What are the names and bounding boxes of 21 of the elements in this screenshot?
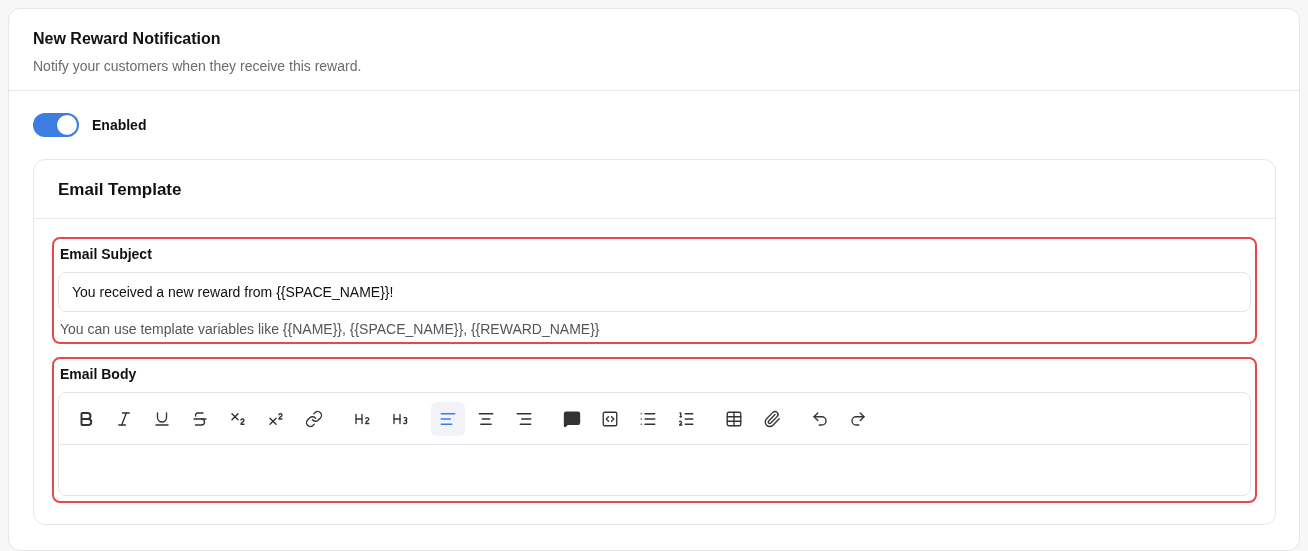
- redo-icon: [849, 409, 867, 428]
- template-title: Email Template: [34, 160, 1275, 219]
- table-icon: [725, 409, 743, 428]
- field-label: Email Body: [60, 366, 138, 382]
- code-block-icon: [601, 409, 619, 428]
- align-left-button[interactable]: [431, 401, 465, 436]
- card-subtitle: Notify your customers when they receive this reward.: [33, 58, 363, 74]
- field-label: Email Subject: [60, 246, 153, 262]
- italic-icon: [115, 409, 133, 428]
- enabled-toggle[interactable]: [33, 113, 79, 137]
- undo-icon: [811, 409, 829, 428]
- comment-icon: [563, 409, 581, 428]
- paperclip-icon: [763, 409, 781, 428]
- field-hint: You can use template variables like {{NAME}}, {{SPACE_NAME}}, {{REWARD_NAME}}: [60, 321, 601, 337]
- numbered-list-icon: [677, 409, 695, 428]
- link-icon: [305, 409, 323, 428]
- subject-field[interactable]: You received a new reward from {{SPACE_NAME}}!: [58, 272, 1251, 312]
- card-title: New Reward Notification: [33, 30, 222, 48]
- toggle-label: Enabled: [92, 117, 147, 133]
- strikethrough-icon: [191, 409, 209, 428]
- underline-icon: [153, 409, 171, 428]
